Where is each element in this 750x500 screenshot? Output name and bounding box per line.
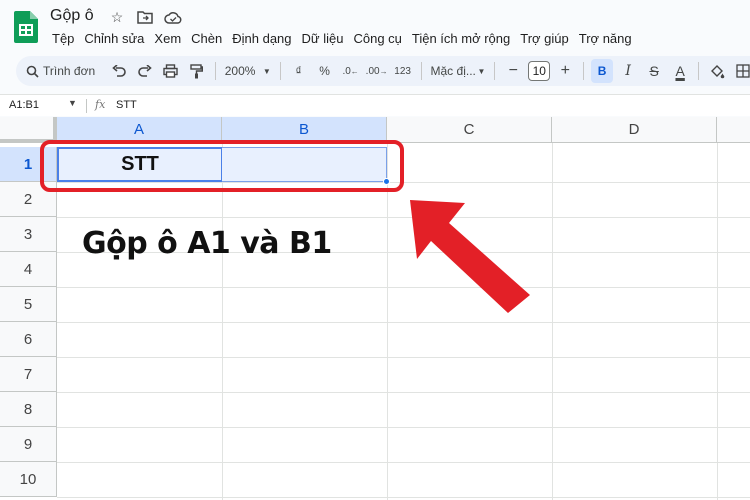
menu-file[interactable]: Tệp	[47, 30, 79, 47]
menu-accessibility[interactable]: Trợ năng	[574, 30, 637, 47]
cloud-status-icon[interactable]	[164, 8, 182, 26]
row-header-9[interactable]: 9	[0, 427, 57, 462]
arrow-right-icon: →	[379, 66, 388, 76]
menu-format[interactable]: Định dạng	[227, 30, 296, 47]
title-actions: ☆	[108, 8, 182, 26]
grid-line	[57, 217, 750, 218]
italic-button[interactable]: I	[617, 59, 639, 83]
toolbar-divider	[420, 62, 422, 80]
row-header-10[interactable]: 10	[0, 462, 57, 497]
grid-line	[57, 427, 750, 428]
caret-down-icon[interactable]: ▼	[68, 98, 77, 108]
row-header-8[interactable]: 8	[0, 392, 57, 427]
sheets-logo-icon[interactable]	[14, 11, 38, 43]
document-title[interactable]: Gộp ô	[50, 7, 94, 25]
increase-decimal-label: .00	[365, 65, 380, 77]
toolbar-divider	[214, 62, 216, 80]
menu-bar: Tệp Chỉnh sửa Xem Chèn Định dạng Dữ liệu…	[47, 30, 637, 47]
grid-line	[57, 392, 750, 393]
zoom-select[interactable]: 200% ▼	[223, 59, 273, 83]
toolbar-divider	[583, 62, 585, 80]
zoom-value: 200%	[224, 64, 256, 78]
caret-down-icon: ▼	[262, 66, 271, 76]
grid-line	[387, 143, 388, 500]
caret-down-icon: ▼	[477, 66, 486, 76]
star-icon[interactable]: ☆	[108, 8, 126, 26]
decrease-decimal-label: .0	[342, 65, 351, 77]
number-format-button[interactable]: 123	[392, 59, 414, 83]
menu-data[interactable]: Dữ liệu	[297, 30, 349, 47]
print-icon[interactable]	[160, 59, 182, 83]
formula-bar-divider	[86, 99, 87, 113]
toolbar-divider	[494, 62, 496, 80]
grid-line	[57, 462, 750, 463]
menu-tools[interactable]: Công cụ	[348, 30, 406, 47]
red-arrow-icon	[410, 200, 530, 313]
font-select[interactable]: Mặc đị... ▼	[429, 59, 488, 83]
increase-font-size-icon[interactable]: +	[554, 59, 576, 83]
strikethrough-button[interactable]: S	[643, 59, 665, 83]
name-box[interactable]: A1:B1	[9, 99, 39, 111]
column-header-c[interactable]: C	[387, 117, 552, 143]
undo-icon[interactable]	[108, 59, 130, 83]
redo-icon[interactable]	[134, 59, 156, 83]
row-header-3[interactable]: 3	[0, 217, 57, 252]
menu-insert[interactable]: Chèn	[186, 30, 227, 47]
arrow-left-icon: ←	[350, 66, 359, 76]
grid-line	[57, 357, 750, 358]
grid-line	[552, 143, 553, 500]
currency-format-button[interactable]: ₫	[288, 59, 310, 83]
row-header-7[interactable]: 7	[0, 357, 57, 392]
title-bar: Gộp ô ☆ Tệp Chỉnh sửa Xem Chèn Định dạng…	[0, 0, 750, 52]
menu-search-label: Trình đơn	[43, 64, 96, 78]
grid-line	[57, 322, 750, 323]
spreadsheet-grid[interactable]: A B C D 1 2 3 4 5 6 7 8 9 10 STT Gộp ô A…	[0, 117, 750, 500]
fx-icon: fx	[95, 98, 106, 111]
row-header-6[interactable]: 6	[0, 322, 57, 357]
toolbar-divider	[698, 62, 700, 80]
formula-input[interactable]: STT	[116, 99, 137, 111]
toolbar-divider	[279, 62, 281, 80]
grid-line	[717, 143, 718, 500]
grid-line	[222, 143, 223, 500]
column-header-e[interactable]	[717, 117, 750, 143]
menu-search[interactable]: Trình đơn	[26, 59, 104, 83]
highlight-box	[40, 140, 404, 192]
grid-line	[57, 497, 750, 498]
text-color-button[interactable]: A	[669, 59, 691, 83]
increase-decimal-button[interactable]: .00 →	[366, 59, 388, 83]
annotation-text: Gộp ô A1 và B1	[82, 226, 332, 261]
decrease-decimal-button[interactable]: .0 ←	[340, 59, 362, 83]
search-icon	[26, 65, 39, 78]
menu-help[interactable]: Trợ giúp	[515, 30, 574, 47]
formula-bar: A1:B1 ▼ fx STT	[0, 94, 750, 116]
fill-color-icon[interactable]	[706, 59, 728, 83]
percent-format-button[interactable]: %	[314, 59, 336, 83]
font-value: Mặc đị...	[430, 64, 476, 78]
decrease-font-size-icon[interactable]: −	[502, 59, 524, 83]
move-folder-icon[interactable]	[136, 8, 154, 26]
grid-line	[57, 287, 750, 288]
sheets-window: Gộp ô ☆ Tệp Chỉnh sửa Xem Chèn Định dạng…	[0, 0, 750, 500]
paint-format-icon[interactable]	[186, 59, 208, 83]
column-header-d[interactable]: D	[552, 117, 717, 143]
toolbar: Trình đơn 200% ▼ ₫ % .0 ← .00 → 123 Mặc đị…	[16, 56, 750, 86]
bold-button[interactable]: B	[591, 59, 614, 83]
menu-edit[interactable]: Chỉnh sửa	[79, 30, 149, 47]
menu-view[interactable]: Xem	[149, 30, 186, 47]
row-header-4[interactable]: 4	[0, 252, 57, 287]
font-size-input[interactable]: 10	[528, 61, 551, 81]
row-header-5[interactable]: 5	[0, 287, 57, 322]
menu-extensions[interactable]: Tiện ích mở rộng	[407, 30, 515, 47]
borders-icon[interactable]	[732, 59, 750, 83]
